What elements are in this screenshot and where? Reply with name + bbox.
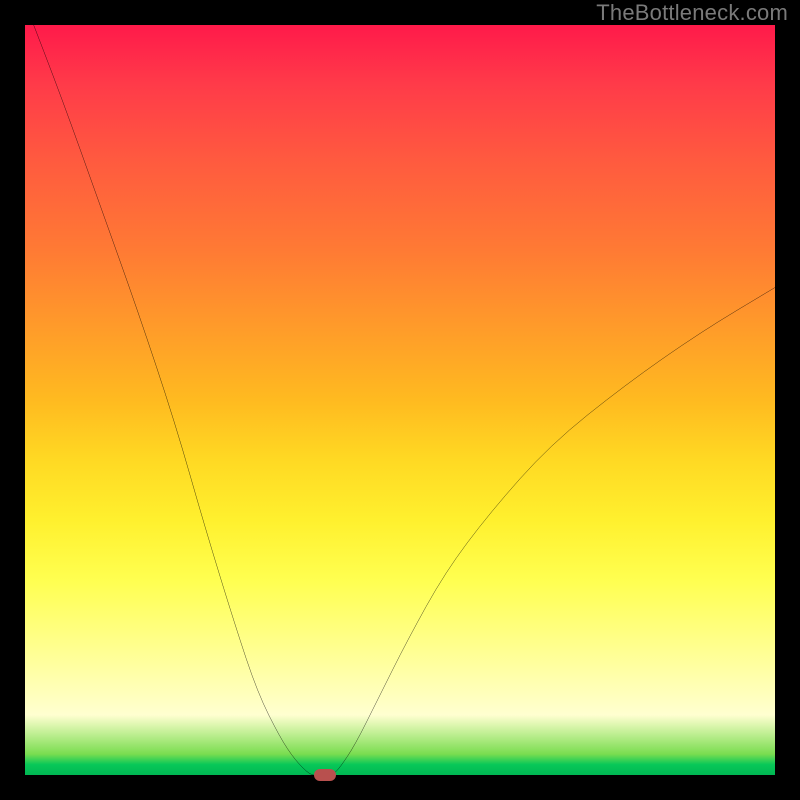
plot-area <box>25 25 775 775</box>
bottleneck-curve <box>25 25 775 775</box>
chart-frame: TheBottleneck.com <box>0 0 800 800</box>
optimal-point-marker <box>314 769 336 781</box>
watermark-text: TheBottleneck.com <box>596 0 788 26</box>
